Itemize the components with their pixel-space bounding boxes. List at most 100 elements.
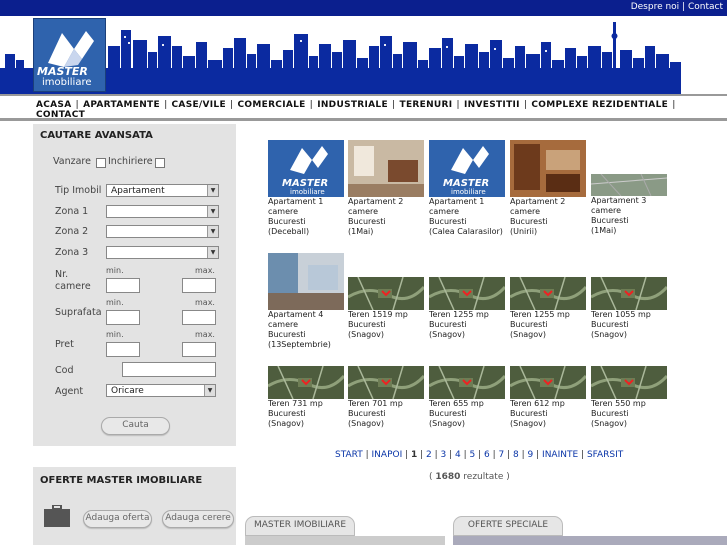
nav-item-acasa[interactable]: ACASA (33, 100, 74, 110)
main-nav: ACASA | APARTAMENTE | CASE/VILE | COMERCIALE | I… (0, 94, 727, 121)
listing-photo[interactable] (591, 174, 667, 196)
listing-photo[interactable] (591, 277, 667, 310)
listing-text-l1: Teren 655 mp (429, 399, 484, 408)
oferte-panel: OFERTE MASTER IMOBILIARE Adauga oferta A… (33, 467, 236, 545)
listing-text-l1: Teren 1519 mp (348, 310, 408, 319)
cauta-button[interactable]: Cauta (101, 417, 170, 435)
pret-max-input[interactable] (182, 342, 216, 357)
zona2-select[interactable]: ▼ (106, 225, 219, 238)
contact-link[interactable]: Contact (688, 2, 723, 12)
logo[interactable]: MASTER imobiliare (33, 18, 106, 92)
main-nav-items: ACASA | APARTAMENTE | CASE/VILE | COMERCIALE | I… (33, 100, 727, 120)
oferte-speciale-preview (453, 536, 727, 545)
suprafata-min-input[interactable] (106, 310, 140, 325)
suprafata-max-label: max. (195, 298, 215, 307)
listing-text-l1: Teren 550 mp (591, 399, 646, 408)
listing-text-l2: Bucuresti (510, 320, 548, 329)
pager-start[interactable]: START (335, 450, 363, 460)
listing-card[interactable]: Teren 655 mp Bucuresti (Snagov) (429, 366, 505, 429)
despre-noi-link[interactable]: Despre noi (631, 2, 679, 12)
listing-card[interactable]: Teren 1519 mp Bucuresti (Snagov) (348, 277, 424, 340)
top-links-separator: | (682, 2, 686, 12)
nav-item-investitii[interactable]: INVESTITII (461, 100, 523, 110)
camere-max-input[interactable] (182, 278, 216, 293)
pager-separator: | (489, 450, 499, 460)
top-links: Despre noi | Contact (631, 2, 723, 12)
svg-text:imobiliare: imobiliare (290, 188, 325, 196)
pager-inainte[interactable]: INAINTE (542, 450, 578, 460)
listing-photo[interactable] (510, 366, 586, 399)
listing-card[interactable]: MASTER imobiliare Apartament 1 camere Bucure… (429, 140, 505, 237)
listing-card[interactable]: Apartament 4 camere Bucuresti (13Septembrie… (268, 253, 344, 350)
pager-sfarsit[interactable]: SFARSIT (587, 450, 623, 460)
cod-input[interactable] (122, 362, 216, 377)
nav-item-apartamente[interactable]: APARTAMENTE (80, 100, 163, 110)
listing-text-l2: camere (429, 207, 460, 216)
chevron-down-icon: ▼ (207, 206, 218, 217)
listing-photo[interactable]: MASTERimobiliare (429, 140, 505, 197)
listing-photo[interactable] (348, 140, 424, 197)
zona2-label: Zona 2 (55, 226, 89, 237)
nav-item-complexe-rezidentiale[interactable]: COMPLEXE REZIDENTIALE (528, 100, 671, 110)
pret-min-input[interactable] (106, 342, 140, 357)
listing-text-l1: Apartament 2 (510, 197, 566, 206)
listing-card[interactable]: Teren 701 mp Bucuresti (Snagov) (348, 366, 424, 429)
listing-photo[interactable] (429, 277, 505, 310)
listing-card[interactable]: Teren 731 mp Bucuresti (Snagov) (268, 366, 344, 429)
pager-separator: | (431, 450, 441, 460)
top-bar: Despre noi | Contact (0, 0, 727, 16)
listing-card[interactable]: Apartament 3 camere Bucuresti (1Mai) (591, 174, 667, 236)
zona3-select[interactable]: ▼ (106, 246, 219, 259)
nav-item-contact[interactable]: CONTACT (33, 110, 88, 120)
listing-card[interactable]: Apartament 2 camere Bucuresti (1Mai) (348, 140, 424, 237)
adauga-oferta-button[interactable]: Adauga oferta (83, 510, 152, 528)
zona1-label: Zona 1 (55, 206, 89, 217)
listing-text-l3: (Snagov) (429, 330, 465, 339)
inchiriere-checkbox[interactable] (155, 158, 165, 168)
tab-master-imobiliare[interactable]: MASTER IMOBILIARE (245, 516, 355, 536)
agent-select[interactable]: Oricare ▼ (106, 384, 216, 397)
tab-oferte-speciale[interactable]: OFERTE SPECIALE (453, 516, 563, 536)
listing-text-l1: Teren 701 mp (348, 399, 403, 408)
zona1-select[interactable]: ▼ (106, 205, 219, 218)
tip-imobil-label: Tip Imobil (55, 185, 102, 196)
advanced-search-panel: CAUTARE AVANSATA Vanzare Inchiriere Tip … (33, 124, 236, 446)
nav-item-comerciale[interactable]: COMERCIALE (235, 100, 309, 110)
pager-inapoi[interactable]: INAPOI (372, 450, 403, 460)
adauga-cerere-button[interactable]: Adauga cerere (162, 510, 234, 528)
vanzare-checkbox[interactable] (96, 158, 106, 168)
listing-card[interactable]: Teren 612 mp Bucuresti (Snagov) (510, 366, 586, 429)
logo-text-imobiliare: imobiliare (42, 77, 92, 88)
listing-photo[interactable] (510, 140, 586, 197)
listing-photo[interactable] (429, 366, 505, 399)
listing-card[interactable]: Apartament 2 camere Bucuresti (Unirii) (510, 140, 586, 237)
nav-item-industriale[interactable]: INDUSTRIALE (314, 100, 391, 110)
listing-photo[interactable] (591, 366, 667, 399)
listing-photo[interactable]: MASTERimobiliare (268, 140, 344, 197)
camere-min-input[interactable] (106, 278, 140, 293)
listing-text-l3: (Snagov) (510, 419, 546, 428)
nr-camere-label-2: camere (55, 281, 91, 292)
listing-card[interactable]: Teren 550 mp Bucuresti (Snagov) (591, 366, 667, 429)
pager-separator: | (446, 450, 456, 460)
nav-item-terenuri[interactable]: TERENURI (397, 100, 456, 110)
pager-separator: | (460, 450, 470, 460)
listing-photo[interactable] (348, 366, 424, 399)
listing-photo[interactable] (268, 366, 344, 399)
tip-imobil-select[interactable]: Apartament ▼ (106, 184, 219, 197)
listing-text-l3: (Snagov) (429, 419, 465, 428)
listing-card[interactable]: Teren 1055 mp Bucuresti (Snagov) (591, 277, 667, 340)
listing-card[interactable]: Teren 1255 mp Bucuresti (Snagov) (429, 277, 505, 340)
listing-card[interactable]: Teren 1255 mp Bucuresti (Snagov) (510, 277, 586, 340)
listing-photo[interactable] (510, 277, 586, 310)
results-text: rezultate ) (460, 472, 510, 482)
listing-photo[interactable] (268, 253, 344, 310)
listing-text-l4: (1Mai) (348, 227, 374, 236)
listing-text-l3: (Snagov) (591, 330, 627, 339)
suprafata-max-input[interactable] (182, 310, 216, 325)
listing-text-l3: (Snagov) (510, 330, 546, 339)
listing-card[interactable]: MASTER imobiliare Apartament 1 camere Bucure… (268, 140, 344, 237)
nav-item-case-vile[interactable]: CASE/VILE (169, 100, 229, 110)
listing-text-l3: (Snagov) (348, 419, 384, 428)
listing-photo[interactable] (348, 277, 424, 310)
